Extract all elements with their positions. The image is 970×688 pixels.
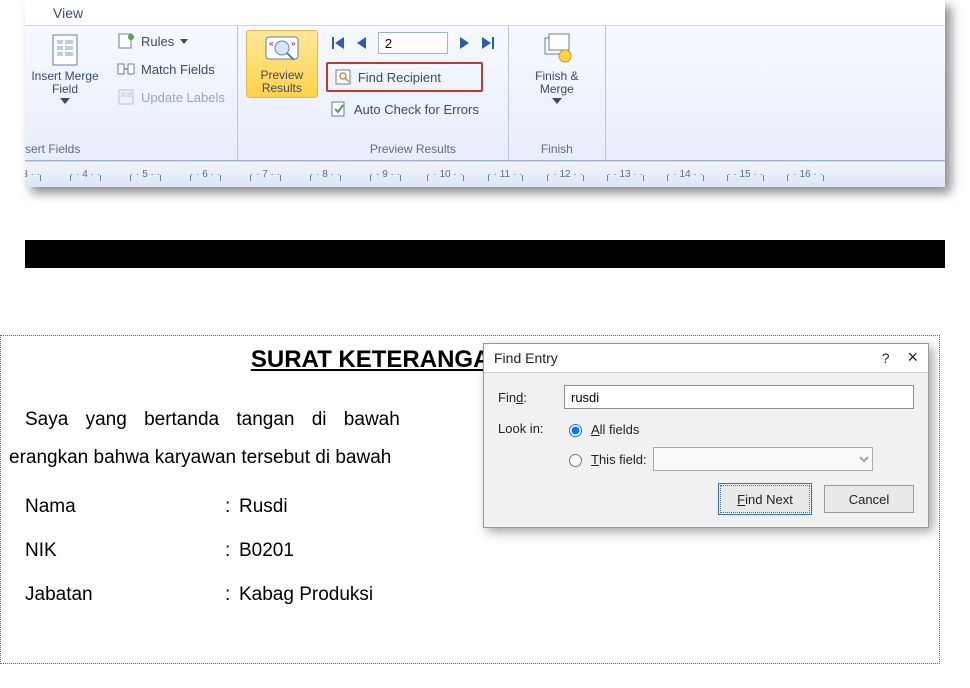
update-labels-button: Update Labels xyxy=(113,86,229,108)
find-entry-dialog: Find Entry ? × Find: Look in: All fields… xyxy=(483,343,929,528)
chevron-down-icon xyxy=(60,98,70,104)
field-value: Kabag Produksi xyxy=(239,579,929,611)
shadow-bar xyxy=(25,240,945,268)
chevron-down-icon xyxy=(180,39,188,44)
match-fields-label: Match Fields xyxy=(141,62,215,77)
ribbon: Insert Merge Field Rules xyxy=(25,26,945,161)
finish-merge-icon xyxy=(539,32,575,68)
find-next-button[interactable]: Find Next xyxy=(720,485,810,513)
ruler-tick: · · 15 · · xyxy=(715,169,775,180)
ribbon-container: View Insert Merge Field xyxy=(25,0,945,187)
ruler-tick: · · 11 · · xyxy=(475,169,535,180)
update-labels-icon xyxy=(117,88,135,106)
ruler-tick: · · 13 · · xyxy=(595,169,655,180)
find-input[interactable] xyxy=(564,385,914,409)
ruler-tick: · · 14 · · xyxy=(655,169,715,180)
ruler-tick: · · 10 · · xyxy=(415,169,475,180)
svg-text:»: » xyxy=(291,39,296,48)
rules-button[interactable]: Rules xyxy=(113,30,229,52)
find-label: Find: xyxy=(498,390,554,405)
radio-this-field[interactable]: This field: xyxy=(564,451,647,467)
field-colon: : xyxy=(225,579,239,611)
ruler-tick: · · 4 · · xyxy=(55,169,115,180)
update-labels-label: Update Labels xyxy=(141,90,225,105)
group-finish: Finish & Merge Finish xyxy=(509,26,606,160)
prev-record-icon[interactable] xyxy=(354,35,370,51)
group-preview-nav: Find Recipient Auto Check for Errors Pre… xyxy=(318,26,509,160)
ruler-tick: · · 3 · · xyxy=(25,169,55,180)
ruler-tick: · · 12 · · xyxy=(535,169,595,180)
radio-this-field-label: This field: xyxy=(591,452,647,467)
radio-all-fields[interactable]: All fields xyxy=(564,421,873,437)
ruler-tick: · · 8 · · xyxy=(295,169,355,180)
field-label: NIK xyxy=(25,535,225,567)
find-recipient-icon xyxy=(334,68,352,86)
dialog-titlebar: Find Entry ? × xyxy=(484,344,928,373)
finish-merge-label: Finish & Merge xyxy=(535,70,578,96)
rules-label: Rules xyxy=(141,34,174,49)
group-write-insert: Insert Merge Field Rules xyxy=(25,26,238,160)
radio-all-fields-input[interactable] xyxy=(569,424,582,437)
field-label: Nama xyxy=(25,491,225,523)
preview-results-button[interactable]: « » Preview Results xyxy=(246,30,318,98)
field-colon: : xyxy=(225,535,239,567)
menu-view[interactable]: View xyxy=(45,1,91,25)
help-button[interactable]: ? xyxy=(882,350,890,366)
group-preview-btn: « » Preview Results . xyxy=(238,26,318,160)
cancel-button[interactable]: Cancel xyxy=(824,485,914,513)
preview-results-icon: « » xyxy=(262,33,302,67)
svg-text:«: « xyxy=(269,39,274,48)
group-finish-title: Finish xyxy=(517,140,597,160)
field-row: NIK:B0201 xyxy=(25,535,929,567)
ruler-tick: · · 5 · · xyxy=(115,169,175,180)
group-preview-title: Preview Results xyxy=(326,140,500,160)
last-record-icon[interactable] xyxy=(480,35,496,51)
chevron-down-icon xyxy=(552,98,562,104)
find-recipient-button[interactable]: Find Recipient xyxy=(326,62,483,92)
doc-line-1: Saya yang bertanda tangan di bawah xyxy=(25,409,400,430)
auto-check-icon xyxy=(330,100,348,118)
next-record-icon[interactable] xyxy=(456,35,472,51)
field-row: Jabatan:Kabag Produksi xyxy=(25,579,929,611)
ruler-tick: · · 9 · · xyxy=(355,169,415,180)
menu-bar: View xyxy=(25,0,945,26)
match-fields-button[interactable]: Match Fields xyxy=(113,58,229,80)
ruler-tick: · · 16 · · xyxy=(775,169,835,180)
auto-check-errors-button[interactable]: Auto Check for Errors xyxy=(326,98,483,120)
preview-results-label: Preview Results xyxy=(261,69,304,95)
horizontal-ruler: · · 3 · ·· · 4 · ·· · 5 · ·· · 6 · ·· · … xyxy=(25,161,945,187)
insert-merge-field-icon xyxy=(47,32,83,68)
dialog-title: Find Entry xyxy=(494,350,558,366)
field-select[interactable] xyxy=(653,447,873,471)
radio-this-field-input[interactable] xyxy=(569,454,582,467)
match-fields-icon xyxy=(117,60,135,78)
close-button[interactable]: × xyxy=(907,350,918,366)
radio-all-fields-label: All fields xyxy=(591,422,639,437)
record-number-input[interactable] xyxy=(378,32,448,54)
group-write-insert-title: sert Fields xyxy=(25,140,229,160)
auto-check-label: Auto Check for Errors xyxy=(354,102,479,117)
ruler-tick: · · 7 · · xyxy=(235,169,295,180)
find-recipient-label: Find Recipient xyxy=(358,70,441,85)
first-record-icon[interactable] xyxy=(330,35,346,51)
ruler-tick: · · 6 · · xyxy=(175,169,235,180)
field-label: Jabatan xyxy=(25,579,225,611)
insert-merge-field-label: Insert Merge Field xyxy=(31,70,98,96)
finish-merge-button[interactable]: Finish & Merge xyxy=(517,30,597,106)
insert-merge-field-button[interactable]: Insert Merge Field xyxy=(25,30,105,106)
lookin-label: Look in: xyxy=(498,421,554,436)
field-colon: : xyxy=(225,491,239,523)
doc-line-2: erangkan bahwa karyawan tersebut di bawa… xyxy=(9,447,391,468)
rules-icon xyxy=(117,32,135,50)
field-value: B0201 xyxy=(239,535,929,567)
